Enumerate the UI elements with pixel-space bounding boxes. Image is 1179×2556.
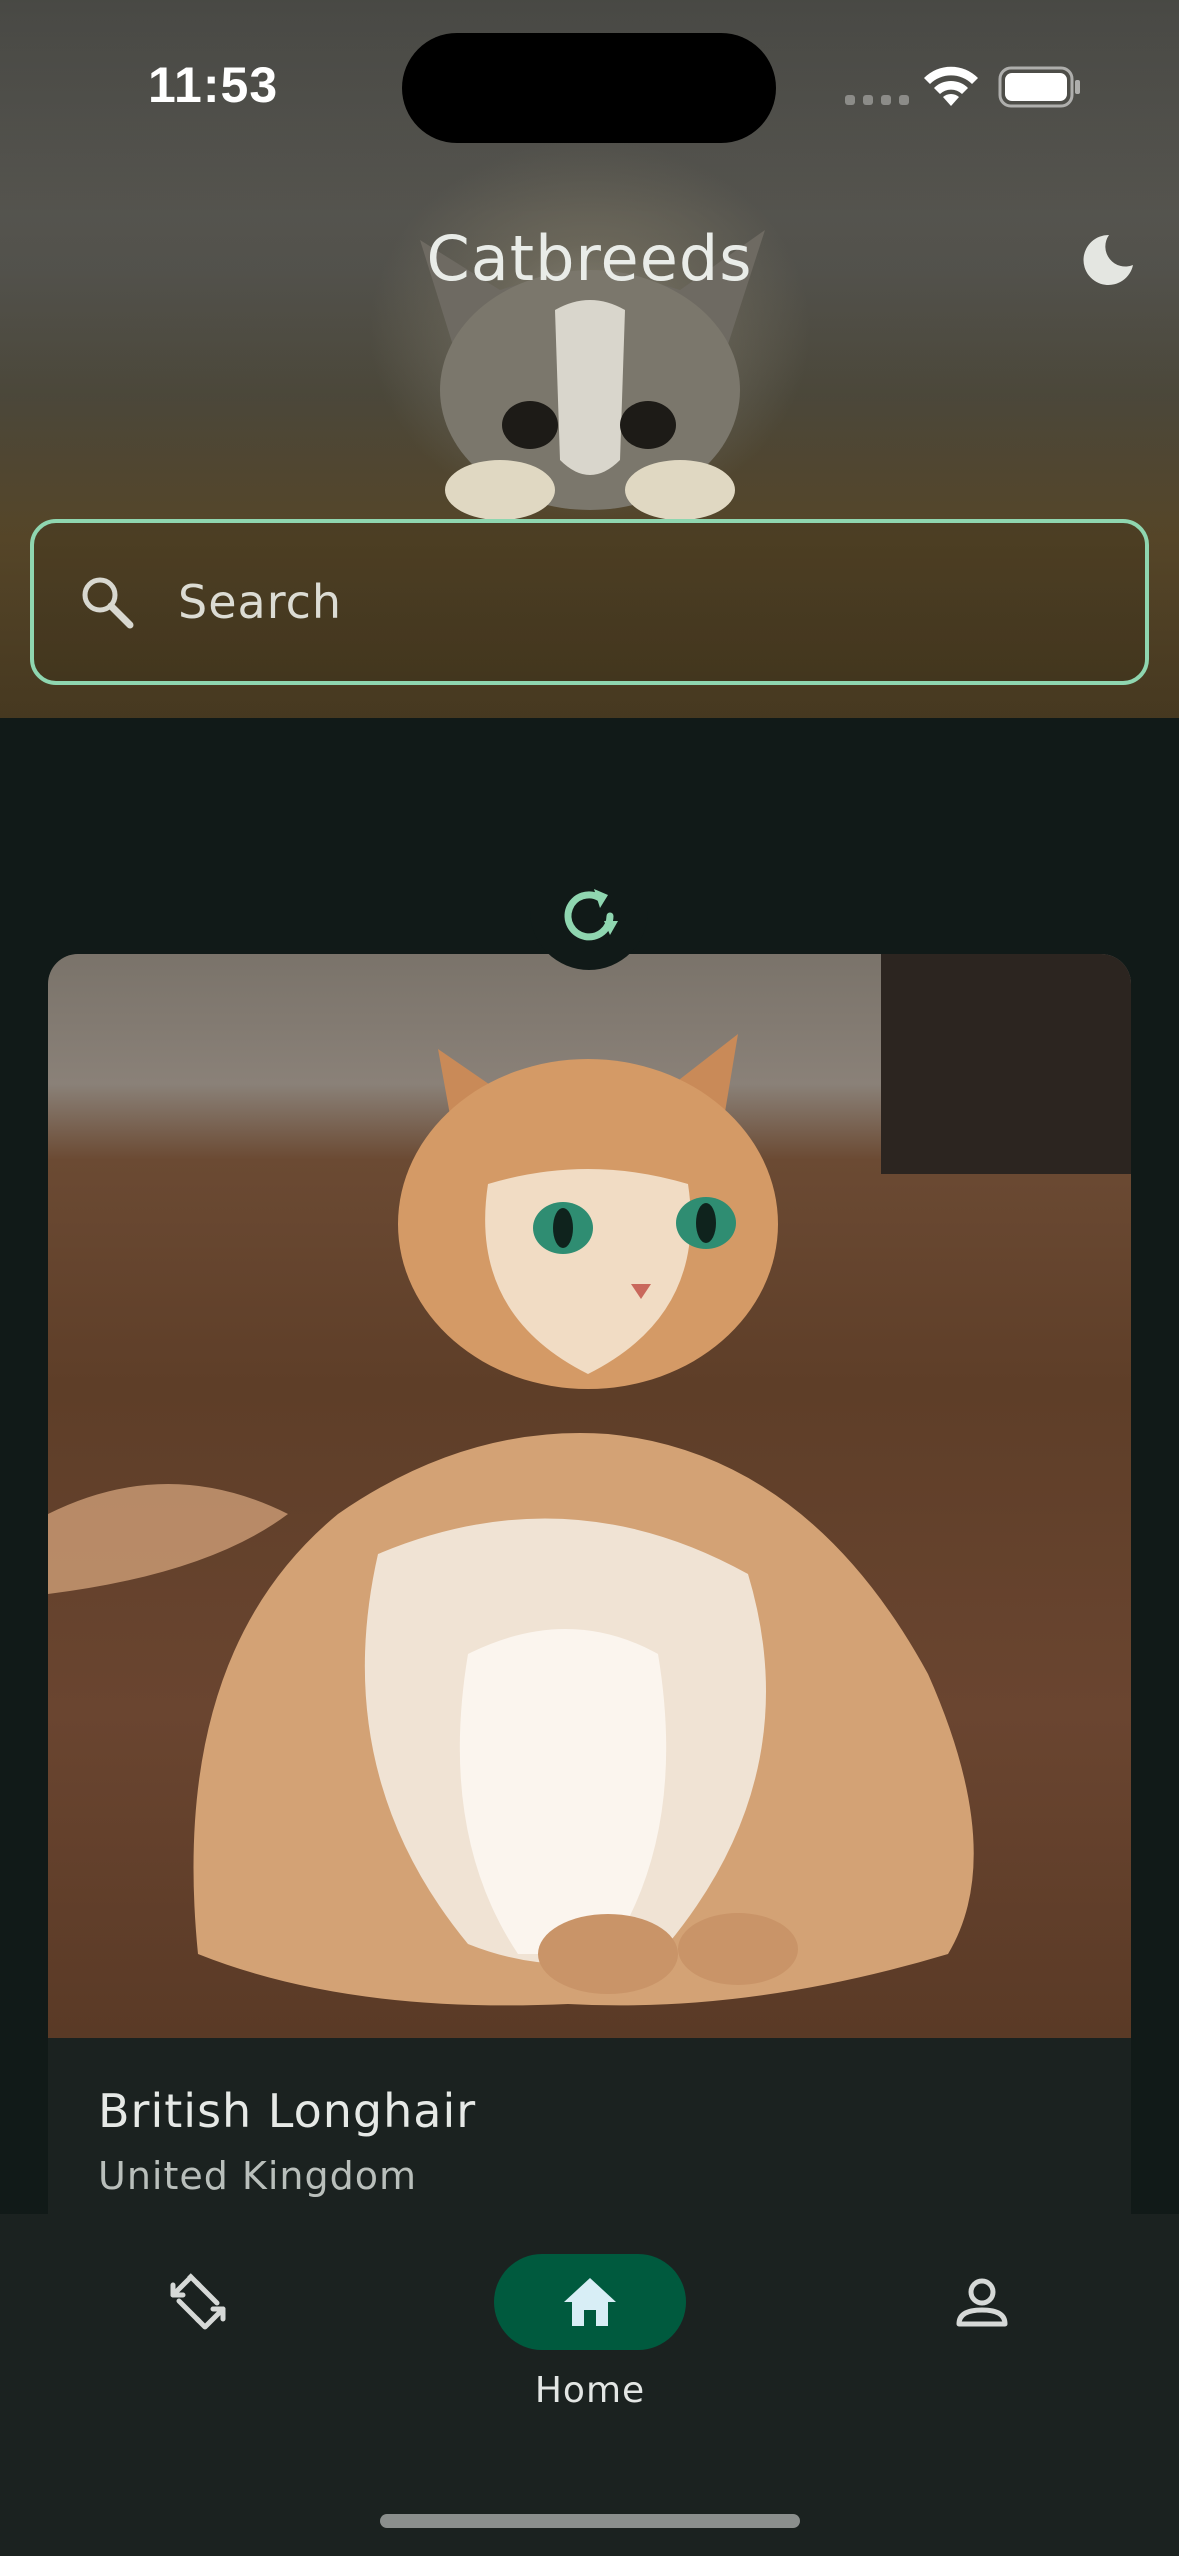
breed-card[interactable]: British Longhair United Kingdom: [48, 954, 1131, 2214]
home-icon: [564, 2278, 616, 2326]
status-time: 11:53: [148, 57, 279, 113]
nav-item-home[interactable]: Home: [490, 2254, 690, 2411]
refresh-icon: [564, 889, 618, 941]
breed-name: British Longhair: [98, 2084, 477, 2138]
cellular-signal-icon: [845, 95, 909, 105]
search-placeholder: Search: [178, 575, 343, 629]
bottom-navigation: Home: [0, 2214, 1179, 2556]
nav-label-home: Home: [534, 2370, 646, 2411]
moon-icon: [1083, 234, 1133, 285]
swap-icon: [170, 2273, 226, 2330]
breed-image: [48, 954, 1131, 2038]
app-title: Catbreeds: [426, 222, 753, 295]
battery-icon: [998, 66, 1080, 108]
home-indicator: [380, 2514, 800, 2528]
theme-toggle-button[interactable]: [1070, 222, 1146, 298]
search-icon: [82, 577, 134, 629]
dynamic-island: [402, 33, 776, 143]
profile-icon: [956, 2278, 1008, 2327]
breed-origin: United Kingdom: [98, 2154, 418, 2198]
search-input[interactable]: Search: [30, 519, 1149, 685]
status-bar: 11:53: [0, 0, 1179, 170]
header-banner: 11:53 Catbreeds Search: [0, 0, 1179, 718]
nav-home-pill: [494, 2254, 686, 2350]
nav-item-swap[interactable]: [98, 2254, 298, 2350]
nav-item-profile[interactable]: [882, 2254, 1082, 2350]
wifi-icon: [924, 66, 978, 106]
longhair-cat-illustration: [48, 1034, 974, 2006]
